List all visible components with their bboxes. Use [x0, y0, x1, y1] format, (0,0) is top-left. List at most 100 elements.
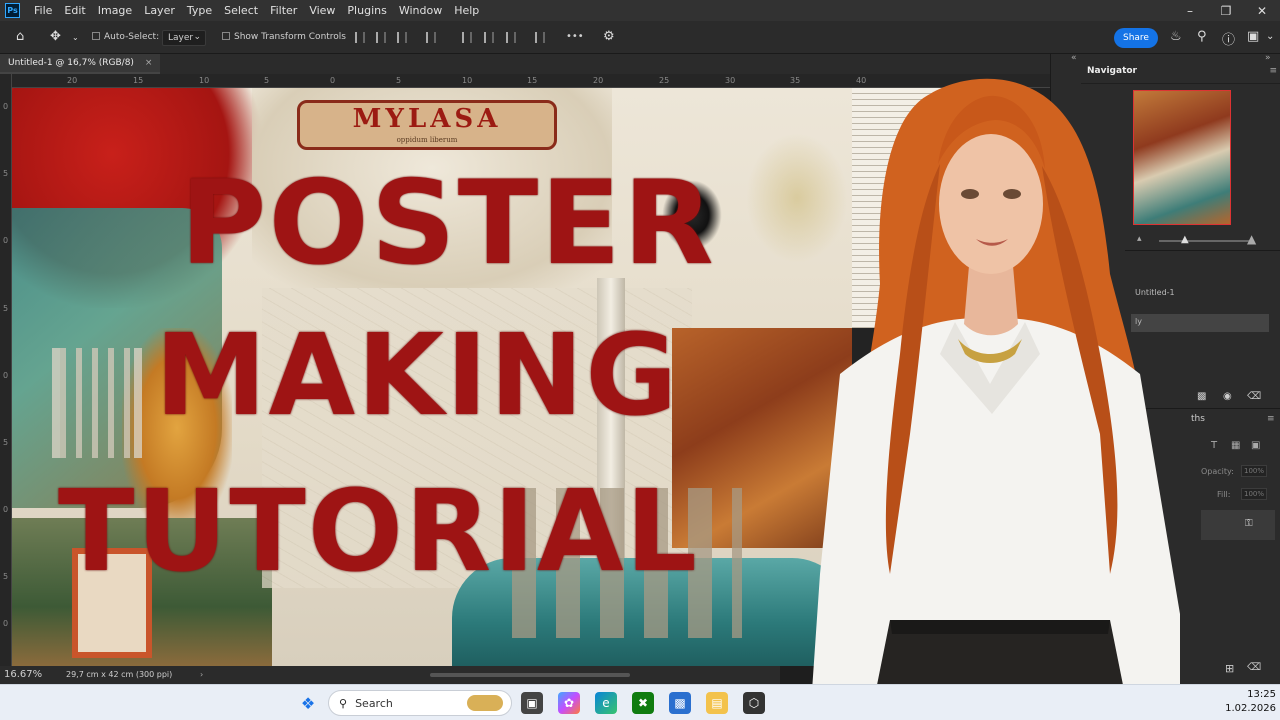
menu-select[interactable]: Select	[218, 4, 264, 17]
auto-select-checkbox[interactable]: Auto-Select:	[92, 32, 159, 42]
close-icon[interactable]: ×	[145, 58, 153, 68]
layer-row[interactable]	[1201, 510, 1275, 540]
move-tool-icon[interactable]: ✥	[50, 29, 61, 44]
align-middle-icon[interactable]	[484, 32, 494, 43]
panel-menu-icon[interactable]: ≡	[1269, 66, 1277, 76]
store-icon[interactable]: ▩	[669, 692, 691, 714]
tab-paths[interactable]: ths	[1191, 414, 1205, 424]
ruler-horizontal[interactable]: 20 15 10 5 0 5 10 15 20 25 30 35 40	[12, 74, 1050, 88]
navigator-thumbnail[interactable]	[1133, 90, 1231, 225]
zoom-level[interactable]: 16.67%	[4, 669, 42, 680]
type-filter-icon[interactable]: T	[1211, 440, 1217, 451]
menu-window[interactable]: Window	[393, 4, 448, 17]
search-icon[interactable]: ⚲	[1197, 29, 1207, 44]
ruler-tick: 5	[3, 572, 9, 581]
search-placeholder: Search	[355, 696, 393, 710]
menu-file[interactable]: File	[28, 4, 58, 17]
help-icon[interactable]: ⓘ	[1222, 29, 1235, 48]
close-window-icon[interactable]: ✕	[1244, 0, 1280, 21]
menu-help[interactable]: Help	[448, 4, 485, 17]
trash-icon[interactable]: ⌫	[1247, 391, 1261, 402]
new-layer-icon[interactable]: ⊞	[1225, 662, 1234, 675]
xbox-icon[interactable]: ✖	[632, 692, 654, 714]
align-left-icon[interactable]	[355, 32, 365, 43]
camera-icon[interactable]: ◉	[1223, 391, 1232, 402]
system-clock[interactable]: 13:25 1.02.2026	[1222, 688, 1276, 716]
search-highlight-icon	[467, 695, 503, 711]
chevron-down-icon[interactable]: ⌄	[72, 33, 79, 42]
menu-type[interactable]: Type	[181, 4, 218, 17]
panel-divider	[1125, 250, 1280, 251]
file-explorer-icon[interactable]: ▤	[706, 692, 728, 714]
text-column	[852, 88, 952, 328]
workspace-icon[interactable]: ▣	[1247, 29, 1259, 44]
olive-branch	[742, 128, 852, 268]
align-bottom-icon[interactable]	[506, 32, 516, 43]
taskbar-search[interactable]: ⚲ Search	[328, 690, 512, 716]
checkbox-icon	[92, 32, 100, 40]
fill-input[interactable]: 100%	[1241, 488, 1267, 500]
ruler-tick: 40	[856, 76, 867, 85]
trash-icon[interactable]: ⌫	[1247, 662, 1261, 673]
home-icon[interactable]: ⌂	[16, 29, 24, 44]
horizontal-scrollbar[interactable]	[430, 673, 630, 677]
history-item-selected[interactable]: ly	[1131, 314, 1269, 332]
minimize-icon[interactable]: –	[1172, 0, 1208, 21]
ruler-tick: 20	[593, 76, 604, 85]
chevron-right-icon[interactable]: ›	[200, 670, 203, 679]
document-size[interactable]: 29,7 cm x 42 cm (300 ppi)	[66, 670, 172, 679]
collapse-panels-icon[interactable]: «	[1071, 53, 1077, 63]
zoom-slider[interactable]	[1159, 240, 1249, 242]
document-tab[interactable]: Untitled-1 @ 16,7% (RGB/8) ×	[0, 54, 161, 74]
smart-filter-icon[interactable]: ▣	[1251, 440, 1260, 451]
zoom-in-icon[interactable]: ▲	[1247, 232, 1256, 246]
canvas-area[interactable]: MYLASA oppidum liberum POSTER MAKING TUT…	[12, 88, 1050, 666]
more-options-button[interactable]: •••	[566, 31, 584, 42]
menu-plugins[interactable]: Plugins	[341, 4, 392, 17]
show-transform-checkbox[interactable]: Show Transform Controls	[222, 32, 346, 42]
share-button[interactable]: Share	[1114, 28, 1158, 48]
zoom-out-icon[interactable]: ▴	[1137, 234, 1142, 244]
tab-navigator[interactable]: Navigator	[1087, 66, 1137, 76]
menu-edit[interactable]: Edit	[58, 4, 91, 17]
panel-menu-icon[interactable]: ≡	[1267, 414, 1275, 424]
ruler-tick: 0	[330, 76, 336, 85]
menu-image[interactable]: Image	[92, 4, 138, 17]
distribute-icon[interactable]	[426, 32, 436, 43]
menu-layer[interactable]: Layer	[138, 4, 181, 17]
zoom-slider-handle[interactable]: ▲	[1181, 234, 1189, 245]
ruler-tick: 0	[3, 371, 9, 380]
chevron-down-icon: ⌄	[193, 32, 201, 42]
poster-canvas[interactable]: MYLASA oppidum liberum POSTER MAKING TUT…	[12, 88, 852, 666]
clock-time: 13:25	[1247, 689, 1276, 700]
search-icon: ⚲	[339, 696, 348, 710]
align-right-icon[interactable]	[397, 32, 407, 43]
lock-icon[interactable]: ⚿	[1245, 518, 1253, 529]
taskbar: ❖ ⚲ Search ▣ ✿ e ✖ ▩ ▤ ⬡ 13:25 1.02.2026	[0, 684, 1280, 720]
menu-filter[interactable]: Filter	[264, 4, 303, 17]
app-icon[interactable]: ⬡	[743, 692, 765, 714]
fill-label: Fill:	[1217, 490, 1231, 499]
copilot-icon[interactable]: ✿	[558, 692, 580, 714]
menu-view[interactable]: View	[303, 4, 341, 17]
layer-select[interactable]: Layer ⌄	[162, 30, 206, 46]
gear-icon[interactable]: ⚙	[603, 29, 615, 44]
distribute-vertical-icon[interactable]	[535, 32, 545, 43]
ruler-tick: 5	[3, 438, 9, 447]
opacity-label: Opacity:	[1201, 467, 1234, 476]
shape-filter-icon[interactable]: ▦	[1231, 440, 1240, 451]
task-view-icon[interactable]: ▣	[521, 692, 543, 714]
windows-start-icon[interactable]: ❖	[297, 692, 319, 714]
restore-icon[interactable]: ❐	[1208, 0, 1244, 21]
opacity-input[interactable]: 100%	[1241, 465, 1267, 477]
bell-icon[interactable]: ♨	[1170, 29, 1182, 44]
new-snapshot-icon[interactable]: ▩	[1197, 391, 1206, 402]
edge-icon[interactable]: e	[595, 692, 617, 714]
checkbox-icon	[222, 32, 230, 40]
chevron-down-icon[interactable]: ⌄	[1266, 31, 1274, 42]
ruler-tick: 30	[725, 76, 736, 85]
ruler-vertical[interactable]: 0 5 0 5 0 5 0 5 0	[0, 74, 12, 666]
align-top-icon[interactable]	[462, 32, 472, 43]
history-item[interactable]: Untitled-1	[1131, 285, 1269, 303]
align-center-icon[interactable]	[376, 32, 386, 43]
